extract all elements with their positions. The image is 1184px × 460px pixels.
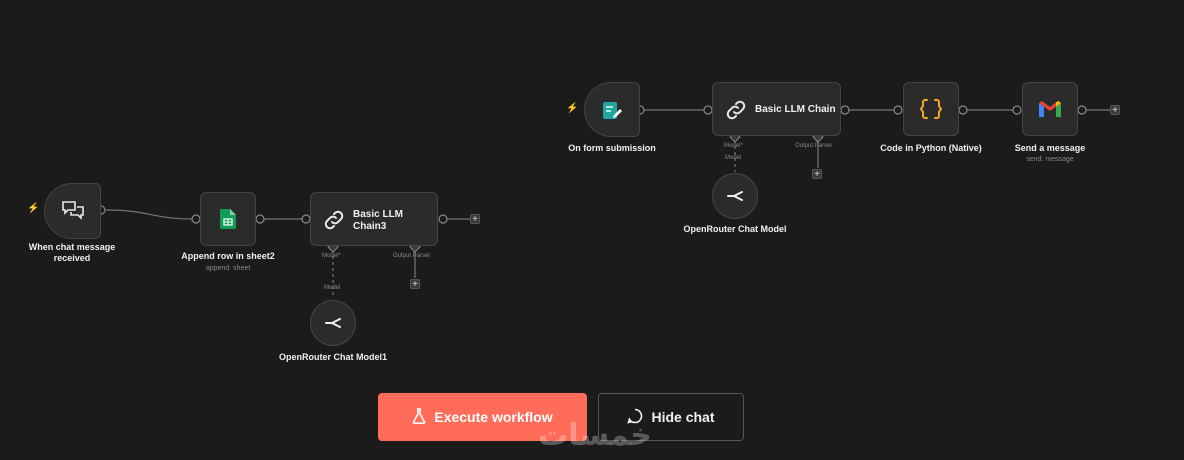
input-handle[interactable]	[1012, 105, 1022, 115]
sheets-node-label: Append row in sheet2	[181, 251, 275, 261]
output-handle[interactable]	[438, 214, 448, 224]
output-parser-port-label: Output Parser	[795, 143, 833, 149]
code-node-label: Code in Python (Native)	[880, 143, 982, 153]
input-handle[interactable]	[301, 214, 311, 224]
input-handle[interactable]	[893, 105, 903, 115]
gmail-node-label: Send a message	[1014, 143, 1086, 153]
flask-icon	[412, 407, 426, 427]
model-port-label: Model*	[724, 143, 743, 149]
google-sheets-node[interactable]	[200, 192, 256, 246]
edge-trigger-to-sheet	[105, 209, 197, 220]
chat-trigger-node[interactable]	[44, 183, 101, 239]
add-node-button[interactable]: +	[470, 214, 480, 225]
submodel-port-label: Model	[725, 155, 742, 161]
llm-chain-title: Basic LLM Chain3	[353, 209, 404, 232]
openrouter-model-label-b: OpenRouter Chat Model	[683, 224, 787, 234]
lightning-icon: ⚡	[566, 103, 579, 114]
openrouter-chat-model-node-b[interactable]	[712, 173, 758, 219]
link-icon	[725, 99, 747, 126]
openrouter-model-label-a: OpenRouter Chat Model1	[278, 352, 387, 362]
openrouter-icon	[713, 174, 757, 218]
output-handle[interactable]	[840, 105, 850, 115]
llm-chain-title: Basic LLM Chain	[755, 104, 836, 115]
llm-chain-node-a[interactable]: Basic LLM Chain3	[310, 192, 438, 246]
add-node-button[interactable]: +	[1110, 105, 1120, 116]
google-sheets-icon	[201, 193, 255, 245]
sheets-node-sublabel: append: sheet	[205, 265, 251, 272]
openrouter-icon	[311, 301, 355, 345]
form-trigger-node[interactable]	[584, 82, 640, 137]
python-code-node[interactable]	[903, 82, 959, 136]
submodel-port-label: Model	[324, 285, 341, 291]
model-port-label: Model*	[322, 253, 341, 259]
connection-layer	[96, 105, 1110, 296]
input-handle[interactable]	[703, 105, 713, 115]
output-handle[interactable]	[958, 105, 968, 115]
output-handle[interactable]	[255, 214, 265, 224]
watermark-logo: خمسات	[538, 418, 652, 453]
add-output-parser-button[interactable]: +	[812, 169, 822, 180]
output-handle[interactable]	[1077, 105, 1087, 115]
gmail-node-sublabel: send: message	[1026, 156, 1074, 163]
openrouter-chat-model-node-a[interactable]	[310, 300, 356, 346]
form-icon	[585, 83, 639, 136]
chat-trigger-label: When chat message received	[28, 242, 116, 263]
gmail-node[interactable]	[1022, 82, 1078, 136]
llm-chain-node-b[interactable]: Basic LLM Chain	[712, 82, 841, 136]
add-output-parser-button[interactable]: +	[410, 279, 420, 290]
lightning-icon: ⚡	[27, 203, 40, 214]
link-icon	[323, 209, 345, 236]
curly-braces-icon	[904, 83, 958, 135]
form-trigger-label: On form submission	[568, 143, 656, 153]
input-handle[interactable]	[191, 214, 201, 224]
output-parser-port-label: Output Parser	[393, 253, 431, 259]
chat-bubbles-icon	[45, 184, 100, 238]
gmail-icon	[1023, 83, 1077, 135]
